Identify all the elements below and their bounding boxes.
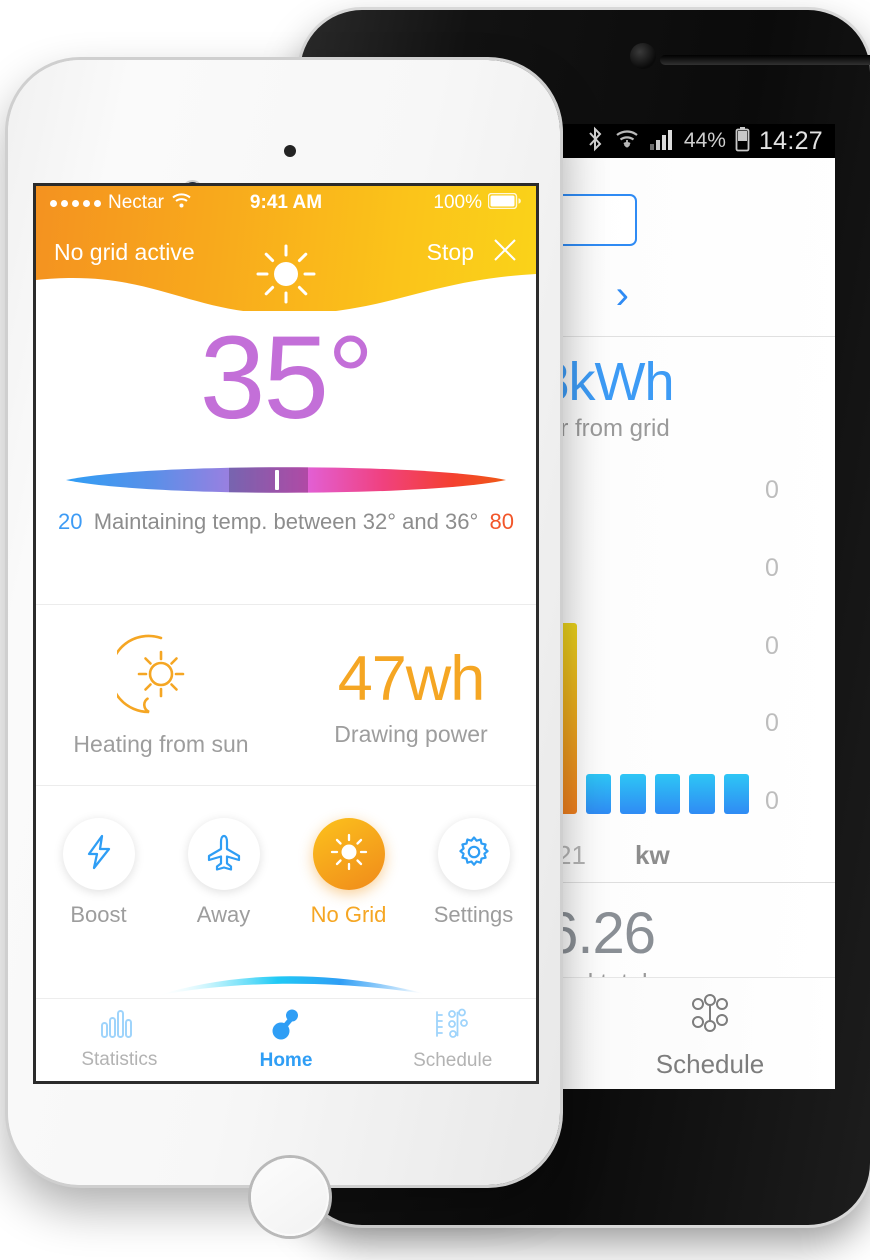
- ios-header: Nectar 9:41 AM 100% No grid active Stop: [36, 186, 536, 322]
- temperature-slider[interactable]: [66, 465, 506, 495]
- stat-heating-from-sun: Heating from sun: [36, 605, 286, 785]
- chart-y-tick: 0: [765, 631, 779, 660]
- close-icon[interactable]: [492, 237, 518, 268]
- temperature-status-text: Maintaining temp. between 32° and 36°: [93, 509, 479, 535]
- temperature-max-label: 80: [489, 509, 514, 535]
- ios-tab-statistics-label: Statistics: [81, 1049, 158, 1070]
- temperature-range-labels: 20 Maintaining temp. between 32° and 36°…: [36, 495, 536, 535]
- action-no-grid-circle[interactable]: [312, 818, 385, 890]
- bluetooth-icon: [585, 126, 605, 157]
- ios-tab-schedule[interactable]: Schedule: [369, 1008, 536, 1072]
- stats-section: Heating from sun 47wh Drawing power: [36, 605, 536, 785]
- chart-y-tick: 0: [765, 709, 779, 738]
- drawing-power-value: 47wh: [337, 643, 486, 714]
- chart-bar: [689, 774, 715, 814]
- action-no-grid[interactable]: No Grid: [286, 818, 411, 928]
- nav-actions: Stop: [427, 237, 518, 268]
- chart-bar: [723, 774, 750, 814]
- temperature-section: 35° 20 Maintaining temp. between 32° and…: [36, 312, 536, 535]
- chart-x-tick: 21: [557, 839, 586, 870]
- temperature-slider-track[interactable]: [66, 465, 506, 495]
- stop-button[interactable]: Stop: [427, 239, 474, 266]
- schedule-icon: [684, 993, 736, 1044]
- stat-heating-caption: Heating from sun: [73, 731, 249, 757]
- action-away-label: Away: [196, 902, 251, 927]
- chart-x-unit: kw: [635, 839, 670, 870]
- wifi-icon: [614, 126, 640, 157]
- sun-heat-icon: [109, 632, 205, 725]
- iphone-home-button[interactable]: [251, 1158, 329, 1236]
- chart-y-tick: 0: [765, 476, 779, 504]
- chart-y-axis-labels: 0 0 0 0 0: [765, 478, 805, 814]
- ios-tab-home-label: Home: [259, 1050, 313, 1071]
- battery-full-icon: [487, 192, 522, 214]
- sun-icon: [329, 832, 369, 877]
- android-front-camera: [630, 43, 656, 69]
- iphone-proximity-sensor: [284, 145, 296, 157]
- blue-wave-accent: [156, 976, 426, 996]
- temperature-min-label: 20: [58, 509, 83, 535]
- bar-chart-icon: [100, 1009, 138, 1044]
- battery-icon: [735, 126, 750, 157]
- ios-tab-bar[interactable]: Statistics Home Schedule: [36, 999, 536, 1081]
- stat-drawing-power: 47wh Drawing power: [286, 605, 536, 785]
- ios-tab-statistics[interactable]: Statistics: [36, 1009, 203, 1071]
- screenshot-stage: 44% 14:27 onth Year mber, 2017 ›: [0, 0, 870, 1260]
- action-away[interactable]: Away: [161, 818, 286, 928]
- android-battery-percent: 44%: [683, 129, 726, 152]
- thermometer-icon: [269, 1008, 303, 1045]
- ios-tab-schedule-label: Schedule: [413, 1050, 493, 1071]
- schedule-icon: [433, 1008, 473, 1045]
- chevron-right-icon[interactable]: ›: [616, 275, 629, 315]
- android-tab-schedule-label: Schedule: [655, 1048, 765, 1079]
- android-earpiece-speaker: [660, 55, 870, 65]
- lightning-bolt-icon: [82, 833, 116, 876]
- page-title: No grid active: [54, 238, 195, 265]
- action-boost[interactable]: Boost: [36, 818, 161, 928]
- chart-bar: [620, 774, 646, 814]
- chart-bar: [654, 774, 681, 814]
- action-settings-circle[interactable]: [437, 818, 510, 890]
- action-boost-circle[interactable]: [62, 818, 135, 890]
- divider: [36, 785, 536, 786]
- airplane-icon: [205, 833, 243, 876]
- cellular-signal-icon: [649, 127, 675, 156]
- current-temperature: 35°: [199, 312, 374, 444]
- ios-status-bar: Nectar 9:41 AM 100%: [36, 186, 536, 220]
- chart-y-tick: 0: [765, 553, 779, 582]
- ios-battery-percent: 100%: [433, 192, 482, 213]
- action-away-circle[interactable]: [187, 818, 260, 890]
- action-settings[interactable]: Settings: [411, 818, 536, 928]
- android-tab-schedule[interactable]: Schedule: [585, 988, 835, 1080]
- gear-icon: [456, 834, 492, 875]
- action-boost-label: Boost: [70, 902, 127, 927]
- android-clock: 14:27: [758, 126, 823, 155]
- ios-battery-group: 100%: [433, 192, 522, 214]
- stat-drawing-power-caption: Drawing power: [334, 720, 488, 747]
- ios-tab-home[interactable]: Home: [203, 1008, 370, 1072]
- action-no-grid-label: No Grid: [310, 902, 387, 927]
- chart-bar: [585, 774, 612, 814]
- chart-y-tick: 0: [765, 787, 779, 815]
- iphone-screen: Nectar 9:41 AM 100% No grid active Stop …: [36, 186, 536, 1081]
- action-settings-label: Settings: [433, 902, 514, 927]
